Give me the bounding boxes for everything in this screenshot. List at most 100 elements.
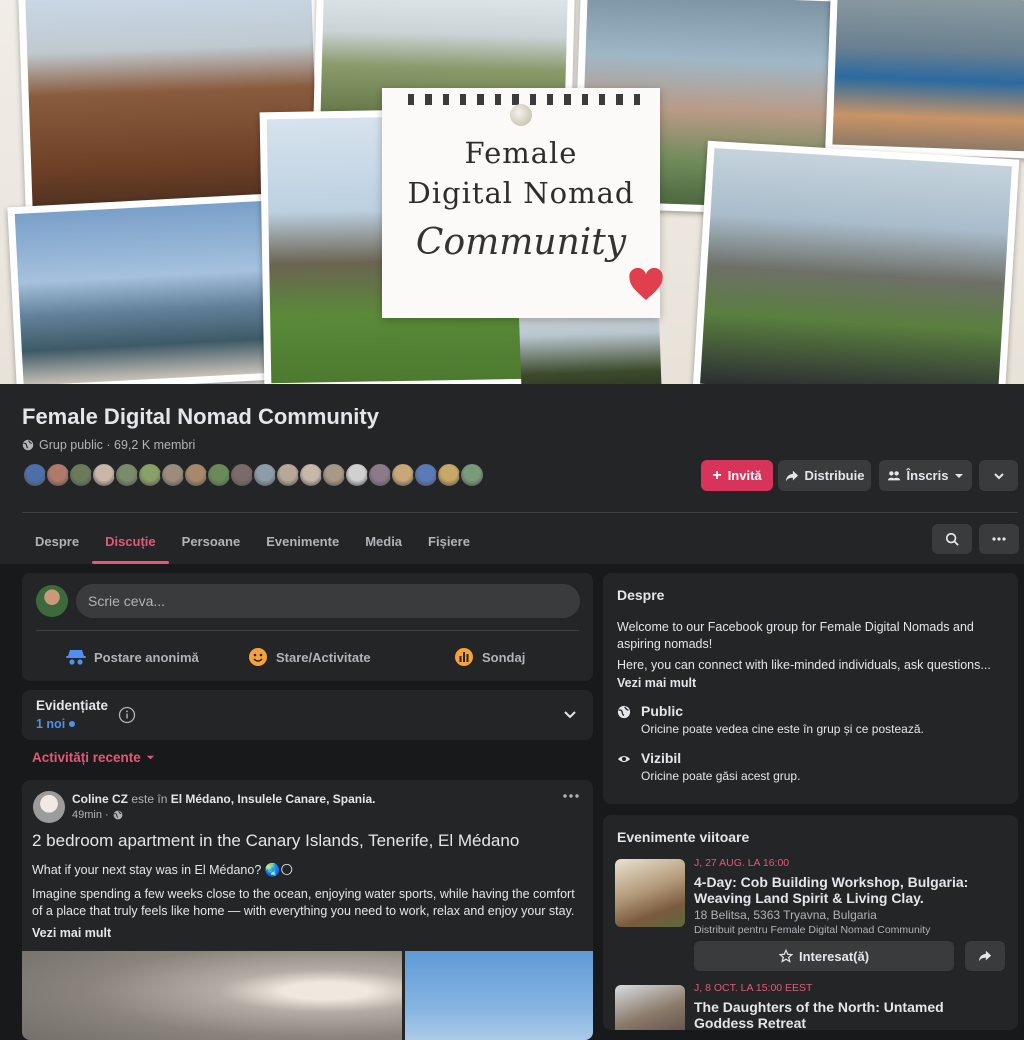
my-avatar[interactable] [36,585,68,617]
highlights-new-label: 1 noi [36,717,66,731]
caret-down-icon [955,473,964,478]
event-1-shared-for: Distribuit pentru Female Digital Nomad C… [694,924,931,936]
event-2-title[interactable]: The Daughters of the North: Untamed Godd… [694,999,1006,1030]
search-button[interactable] [932,524,972,554]
privacy-public-title: Public [641,703,684,719]
anonymous-post-label: Postare anonimă [94,649,199,665]
search-icon [945,532,959,546]
post-time-text[interactable]: 49min · [72,809,109,821]
caret-down-icon [146,755,154,760]
share-label: Distribuie [804,468,865,483]
poll-label: Sondaj [482,649,526,665]
header-divider [22,512,1018,513]
recent-activity-label: Activități recente [32,750,141,765]
globe-icon [22,439,34,451]
post-text-line1: What if your next stay was in El Médano?… [32,863,294,877]
post-options-icon[interactable] [563,794,579,798]
cover-title-line1: Female [464,136,578,170]
visibility-visible: Vizibil Oricine poate găsi acest grup. [617,750,800,783]
tab-files[interactable]: Fișiere [415,518,483,564]
visibility-title: Vizibil [641,750,682,766]
events-title: Evenimente viitoare [617,829,750,845]
event-2-date: J, 8 OCT. LA 15:00 EEST [694,982,813,994]
smiley-icon [249,648,267,666]
post-in-text: este în [131,792,168,806]
post-image-sunset[interactable] [22,951,402,1040]
cover-photo-cliffs [692,140,1020,384]
event-1-share-button[interactable] [965,941,1005,971]
poll-button[interactable]: Sondaj [454,643,525,671]
cover-photo-bay [7,192,295,384]
invite-button[interactable]: + Invită [701,460,773,491]
privacy-public: Public Oricine poate vedea cine este în … [617,703,924,736]
group-meta-text[interactable]: Grup public · 69,2 K membri [39,438,195,452]
globe-icon [113,810,123,820]
about-description: Welcome to our Facebook group for Female… [617,620,974,651]
post-composer: Scrie ceva... Postare anonimă Stare/Acti… [22,573,593,681]
group-header: Female Digital Nomad Community Grup publ… [0,384,1024,564]
joined-button[interactable]: Înscris [879,460,972,491]
highlights-panel[interactable]: Evidențiate 1 noi [22,690,593,740]
tab-media[interactable]: Media [352,518,415,564]
share-icon [978,950,992,962]
group-tabs: Despre Discuție Persoane Evenimente Medi… [22,518,483,564]
cover-title-line2: Digital Nomad [407,176,635,210]
cover-photo-lake [825,0,1024,159]
event-1-image[interactable] [615,859,685,927]
event-1-date: J, 27 AUG. LA 16:00 [694,857,790,869]
post-author-name[interactable]: Coline CZ [72,792,128,806]
write-something-input[interactable]: Scrie ceva... [76,584,580,618]
post-location-link[interactable]: El Médano, Insulele Canare, Spania. [171,792,376,806]
tab-events[interactable]: Evenimente [253,518,352,564]
tab-discussion[interactable]: Discuție [92,518,169,564]
event-2-image[interactable] [615,985,685,1030]
upcoming-events-panel: Evenimente viitoare J, 27 AUG. LA 16:00 … [603,815,1018,1030]
star-icon [778,949,793,963]
more-dots-icon [992,537,1006,541]
cover-photo[interactable]: Female Digital Nomad Community [0,0,1024,384]
member-avatar[interactable] [459,462,485,488]
event-1-interested-button[interactable]: Interesat(ă) [694,941,954,971]
anonymous-post-button[interactable]: Postare anonimă [66,643,199,671]
share-icon [785,470,798,481]
feeling-activity-label: Stare/Activitate [276,649,371,665]
post-title: 2 bedroom apartment in the Canary Island… [32,831,520,850]
chevron-down-icon[interactable] [563,709,577,721]
members-icon [887,470,900,480]
poll-icon [455,648,473,666]
feeling-activity-button[interactable]: Stare/Activitate [248,643,371,671]
tab-people[interactable]: Persoane [169,518,254,564]
post-header: Coline CZ este în El Médano, Insulele Ca… [72,792,375,806]
anonymous-icon [66,650,86,665]
heart-icon [629,268,663,300]
event-1-location: 18 Belitsa, 5363 Tryavna, Bulgaria [694,908,877,922]
invite-label: Invită [727,468,762,483]
feed-post: Coline CZ este în El Médano, Insulele Ca… [22,780,593,1040]
about-see-more-link[interactable]: Vezi mai mult [617,676,696,690]
post-image-kitesurf[interactable] [405,951,593,1040]
plus-icon: + [712,466,722,484]
privacy-public-desc: Oricine poate vedea cine este în grup și… [641,722,924,736]
tab-about[interactable]: Despre [22,518,92,564]
tab-more-button[interactable] [979,524,1019,554]
about-title: Despre [617,587,665,603]
recent-activity-sort[interactable]: Activități recente [32,750,155,765]
group-title[interactable]: Female Digital Nomad Community [22,404,379,430]
share-button[interactable]: Distribuie [778,460,871,491]
highlights-title: Evidențiate [36,698,109,713]
event-1-title[interactable]: 4-Day: Cob Building Workshop, Bulgaria: … [694,874,1006,906]
new-dot-icon [69,721,76,727]
more-options-button[interactable] [979,460,1018,491]
pin-icon [510,104,532,126]
visibility-desc: Oricine poate găsi acest grup. [641,769,801,783]
interested-label: Interesat(ă) [798,948,870,964]
post-author-avatar[interactable] [33,791,65,823]
post-timestamp: 49min · [72,809,123,821]
info-icon[interactable] [118,706,136,724]
composer-divider [36,630,579,631]
about-description-2: Here, you can connect with like-minded i… [617,658,991,672]
member-avatars[interactable] [22,462,485,488]
post-see-more-link[interactable]: Vezi mai mult [32,926,111,940]
chevron-down-icon [993,472,1004,479]
group-meta: Grup public · 69,2 K membri [22,438,195,452]
